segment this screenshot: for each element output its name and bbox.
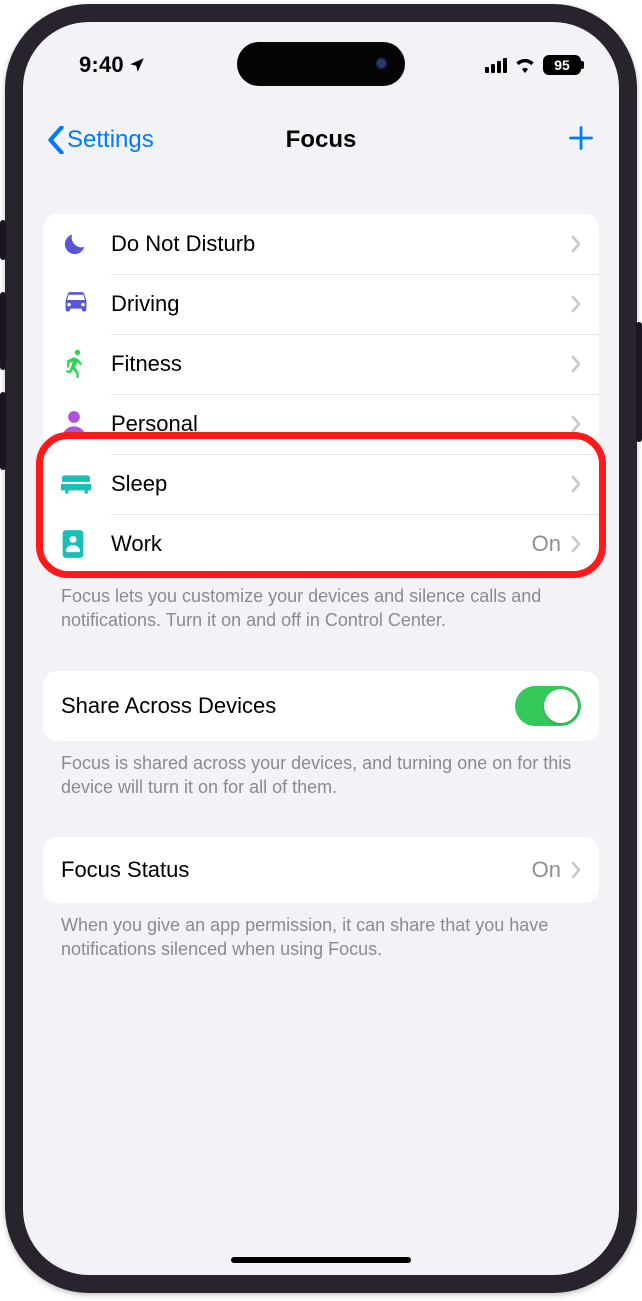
share-across-devices-row[interactable]: Share Across Devices [43, 671, 599, 741]
back-button[interactable]: Settings [47, 126, 154, 154]
focus-status-label: Focus Status [61, 857, 532, 883]
focus-row-label: Work [111, 531, 532, 557]
focus-row-detail: On [532, 531, 561, 557]
battery-icon: 95 [543, 55, 581, 75]
chevron-right-icon [571, 415, 581, 433]
focus-row-do-not-disturb[interactable]: Do Not Disturb [43, 214, 599, 274]
badge-icon [61, 529, 111, 559]
focus-row-label: Fitness [111, 351, 571, 377]
person-icon [61, 410, 111, 438]
chevron-right-icon [571, 861, 581, 879]
status-time: 9:40 [79, 52, 146, 78]
focus-status-footer-text: When you give an app permission, it can … [43, 903, 599, 962]
focus-modes-list: Do Not Disturb Driving Fitness Personal Slee… [43, 214, 599, 574]
share-footer-text: Focus is shared across your devices, and… [43, 741, 599, 800]
share-group: Share Across Devices [43, 671, 599, 741]
focus-row-personal[interactable]: Personal [43, 394, 599, 454]
focus-status-group: Focus Status On [43, 837, 599, 903]
focus-row-sleep[interactable]: Sleep [43, 454, 599, 514]
moon-icon [61, 230, 111, 258]
chevron-right-icon [571, 535, 581, 553]
share-toggle[interactable] [515, 686, 581, 726]
car-icon [61, 291, 111, 317]
bed-icon [61, 472, 111, 496]
chevron-right-icon [571, 475, 581, 493]
focus-row-label: Driving [111, 291, 571, 317]
plus-icon [567, 124, 595, 152]
wifi-icon [514, 57, 536, 73]
chevron-right-icon [571, 355, 581, 373]
chevron-right-icon [571, 235, 581, 253]
focus-row-fitness[interactable]: Fitness [43, 334, 599, 394]
dynamic-island [237, 42, 405, 86]
signal-icon [485, 57, 507, 73]
focus-row-label: Sleep [111, 471, 571, 497]
add-button[interactable] [567, 121, 595, 159]
focus-status-row[interactable]: Focus Status On [43, 837, 599, 903]
focus-status-detail: On [532, 857, 561, 883]
home-indicator[interactable] [231, 1257, 411, 1263]
focus-row-work[interactable]: WorkOn [43, 514, 599, 574]
location-icon [128, 56, 146, 74]
focus-footer-text: Focus lets you customize your devices an… [43, 574, 599, 633]
runner-icon [61, 349, 111, 379]
focus-row-label: Do Not Disturb [111, 231, 571, 257]
focus-row-driving[interactable]: Driving [43, 274, 599, 334]
chevron-left-icon [47, 126, 65, 154]
focus-row-label: Personal [111, 411, 571, 437]
chevron-right-icon [571, 295, 581, 313]
share-label: Share Across Devices [61, 693, 515, 719]
